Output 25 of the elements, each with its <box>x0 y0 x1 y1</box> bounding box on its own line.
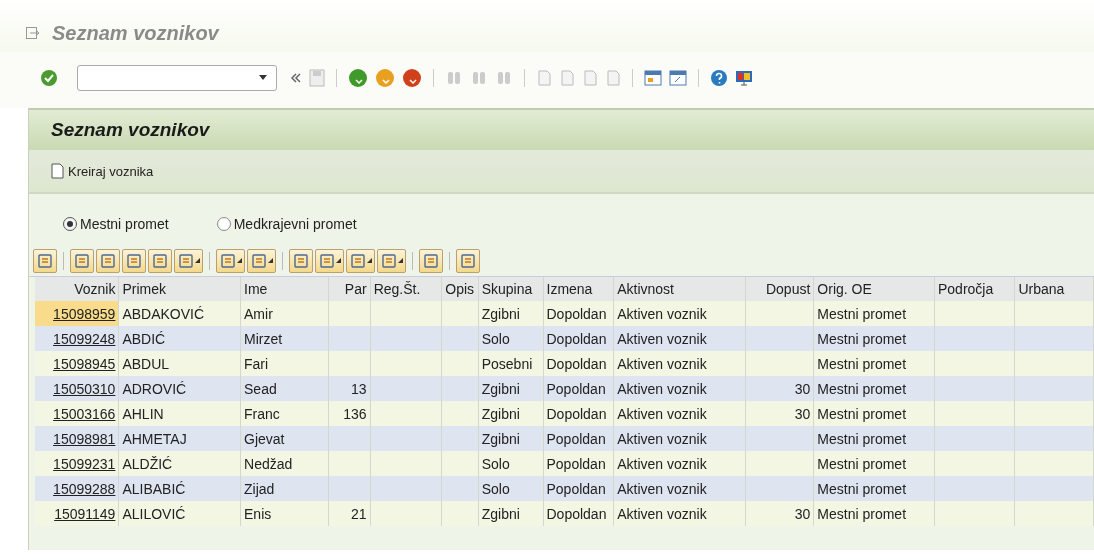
create-driver-button[interactable]: Kreiraj voznika <box>47 161 158 181</box>
table-cell: ALILOVIĆ <box>119 501 242 526</box>
table-cell: 21 <box>329 501 371 526</box>
new-session-icon[interactable] <box>644 69 662 87</box>
radio-button[interactable]: Medkrajevni promet <box>216 216 357 232</box>
table-cell: 30 <box>745 501 815 526</box>
monitor-icon[interactable] <box>735 69 753 87</box>
radio-button[interactable]: Mestni promet <box>63 216 169 232</box>
table-cell: Enis <box>241 501 330 526</box>
table-cell: Mestni promet <box>814 501 935 526</box>
window-title: Seznam voznikov <box>52 21 219 45</box>
driver-id-link[interactable]: 15098959 <box>35 301 120 326</box>
dropdown-caret-icon[interactable] <box>258 75 268 81</box>
help-icon[interactable] <box>710 69 728 87</box>
table-cell: Aktiven voznik <box>614 501 746 526</box>
collapse-icon[interactable] <box>290 72 302 84</box>
document-icon <box>51 163 64 179</box>
command-field[interactable] <box>77 65 277 91</box>
table-cell: Zgibni <box>478 501 544 526</box>
enter-icon[interactable] <box>40 69 58 87</box>
panel-title: Seznam voznikov <box>51 119 210 141</box>
radio-circle-icon[interactable] <box>216 217 231 231</box>
radio-circle-icon[interactable] <box>63 217 77 231</box>
table-cell: Dopoldan <box>543 501 615 526</box>
driver-id-link[interactable]: 15091149 <box>35 501 120 526</box>
